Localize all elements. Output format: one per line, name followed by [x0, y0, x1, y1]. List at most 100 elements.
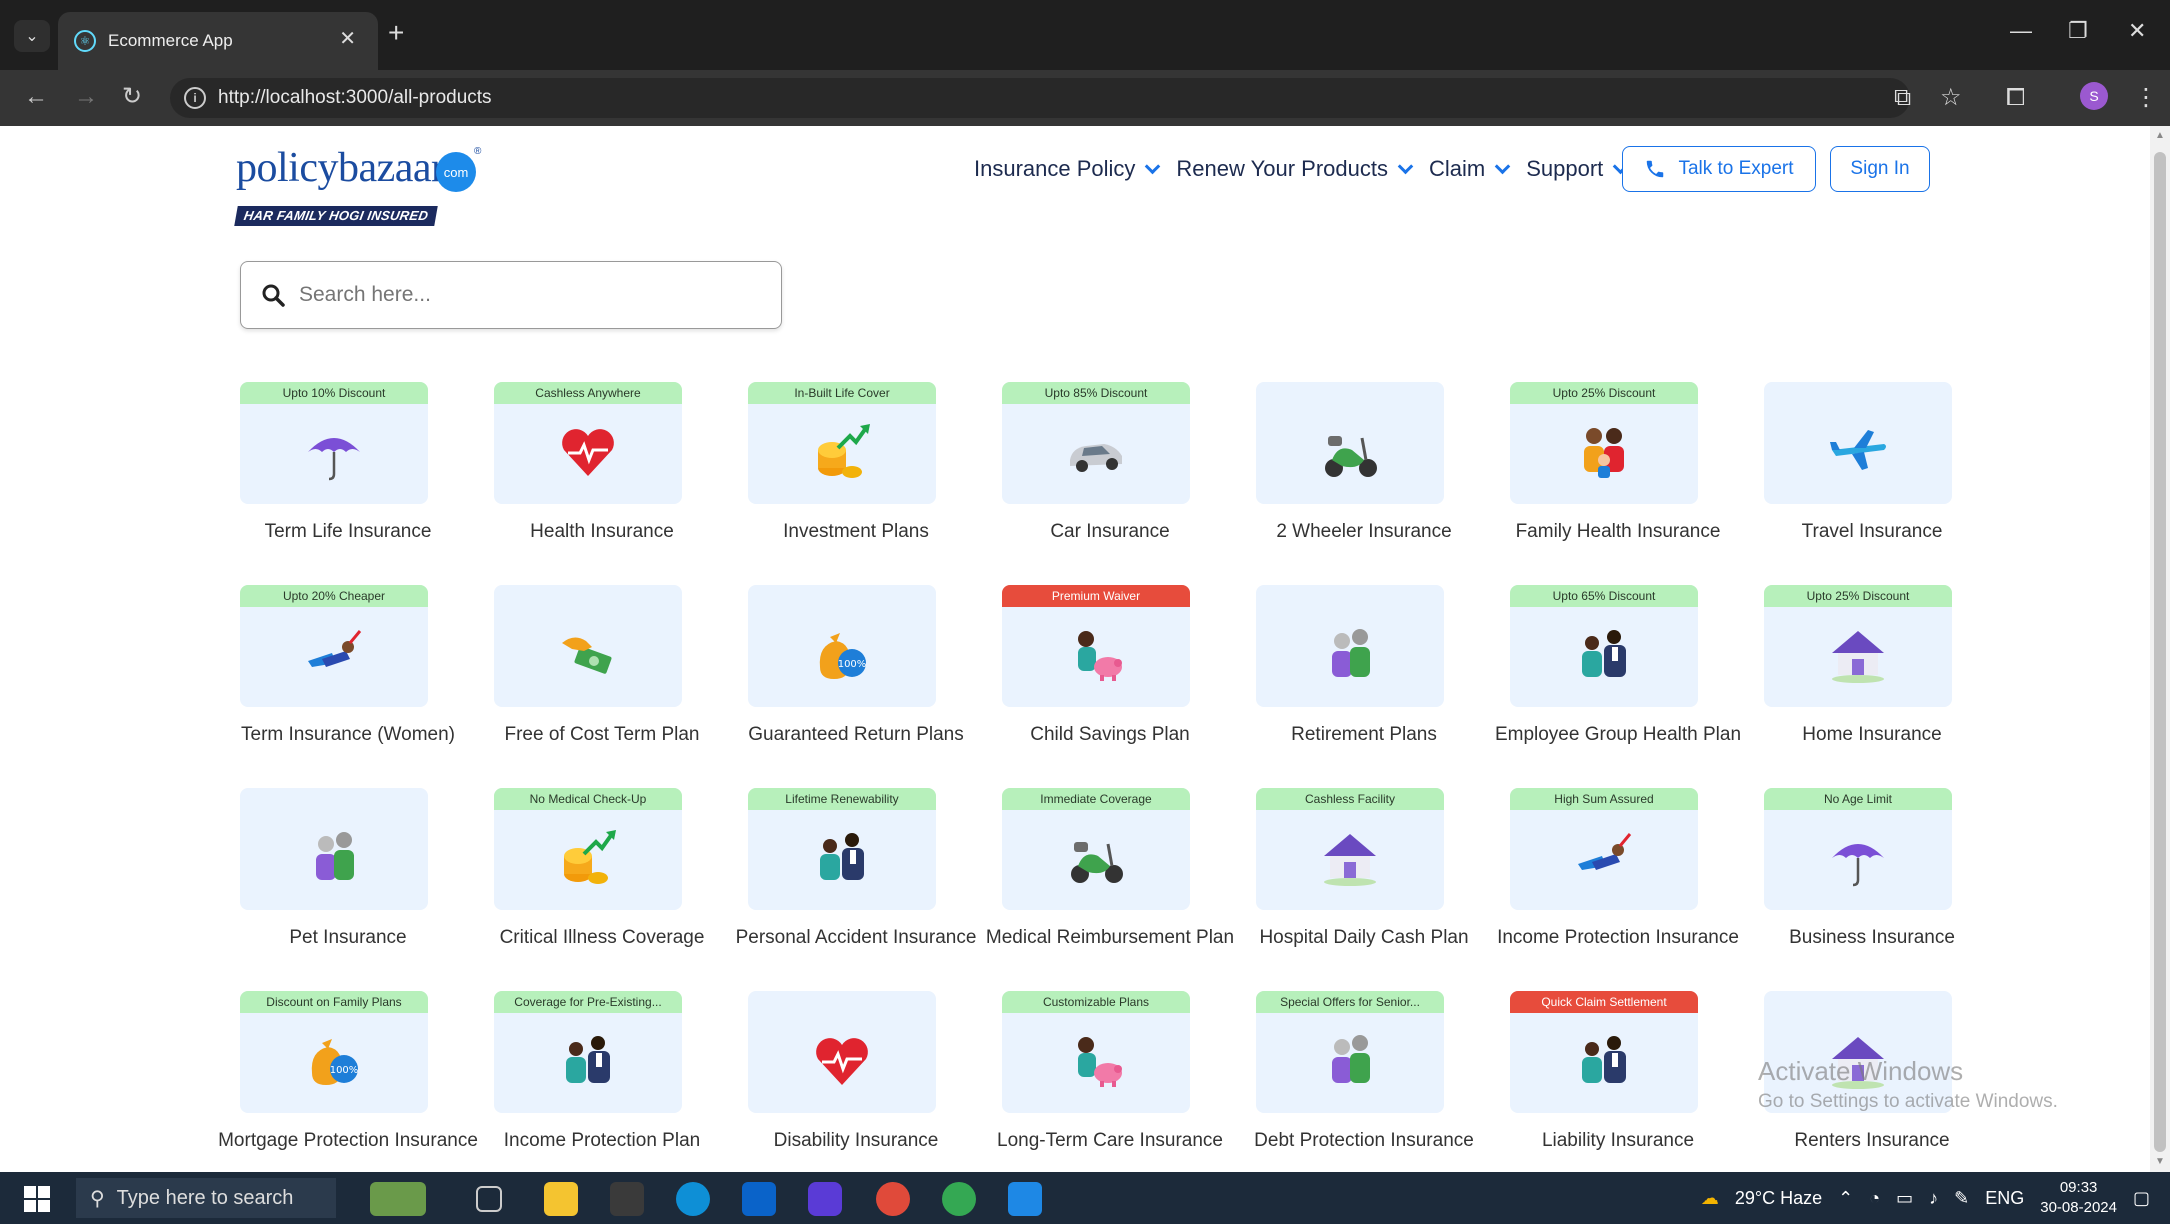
product-tile[interactable]: Customizable Plans [1002, 991, 1190, 1113]
task-view-icon[interactable] [476, 1186, 502, 1212]
product-tile[interactable]: High Sum Assured [1510, 788, 1698, 910]
product-label[interactable]: Debt Protection Insurance [1234, 1127, 1494, 1154]
product-label[interactable]: Disability Insurance [726, 1127, 986, 1154]
weather-text[interactable]: 29°C Haze [1735, 1188, 1822, 1209]
scroll-up-arrow-icon[interactable]: ▲ [2155, 130, 2165, 141]
product-label[interactable]: Hospital Daily Cash Plan [1234, 924, 1494, 951]
product-label[interactable]: Liability Insurance [1488, 1127, 1748, 1154]
product-tile[interactable]: Upto 25% Discount [1510, 382, 1698, 504]
nav-insurance-policy[interactable]: Insurance Policy [974, 156, 1162, 182]
network-icon[interactable]: ◔ [1869, 1188, 1880, 1209]
product-label[interactable]: Critical Illness Coverage [472, 924, 732, 951]
product-label[interactable]: Child Savings Plan [980, 721, 1240, 748]
product-tile[interactable]: Upto 85% Discount [1002, 382, 1190, 504]
address-bar[interactable]: i http://localhost:3000/all-products [170, 78, 1910, 118]
product-tile[interactable] [240, 788, 428, 910]
vscode-icon[interactable] [1008, 1182, 1042, 1216]
product-label[interactable]: Term Insurance (Women) [218, 721, 478, 748]
product-label[interactable]: Car Insurance [980, 518, 1240, 545]
product-tile[interactable]: Upto 20% Cheaper [240, 585, 428, 707]
product-tile[interactable]: Lifetime Renewability [748, 788, 936, 910]
store-icon[interactable] [610, 1182, 644, 1216]
close-tab-icon[interactable]: ✕ [339, 26, 356, 51]
product-tile[interactable] [1256, 585, 1444, 707]
site-info-icon[interactable]: i [184, 87, 206, 109]
product-label[interactable]: Home Insurance [1742, 721, 2002, 748]
product-label[interactable]: Income Protection Insurance [1488, 924, 1748, 951]
product-label[interactable]: Income Protection Plan [472, 1127, 732, 1154]
scroll-down-arrow-icon[interactable]: ▼ [2155, 1156, 2165, 1167]
product-tile[interactable] [1256, 382, 1444, 504]
tray-up-arrow-icon[interactable]: ⌃ [1838, 1188, 1853, 1209]
new-tab-button[interactable]: + [388, 18, 404, 48]
product-tile[interactable] [1764, 382, 1952, 504]
product-label[interactable]: Renters Insurance [1742, 1127, 2002, 1154]
windows-start-icon[interactable] [24, 1186, 50, 1212]
policybazaar-logo[interactable]: policybazaar com ® HAR FAMILY HOGI INSUR… [234, 144, 486, 226]
product-label[interactable]: Medical Reimbursement Plan [980, 924, 1240, 951]
reload-icon[interactable]: ↻ [122, 80, 142, 114]
product-label[interactable]: Free of Cost Term Plan [472, 721, 732, 748]
battery-icon[interactable]: ▭ [1896, 1188, 1913, 1209]
product-label[interactable]: Retirement Plans [1234, 721, 1494, 748]
product-label[interactable]: Family Health Insurance [1488, 518, 1748, 545]
product-tile[interactable]: Immediate Coverage [1002, 788, 1190, 910]
edge-icon[interactable] [676, 1182, 710, 1216]
chrome-profile-icon[interactable] [942, 1182, 976, 1216]
mail-icon[interactable] [742, 1182, 776, 1216]
nav-renew-products[interactable]: Renew Your Products [1176, 156, 1415, 182]
product-label[interactable]: Mortgage Protection Insurance [218, 1127, 478, 1154]
volume-icon[interactable]: ♪ [1929, 1188, 1938, 1209]
product-tile[interactable]: No Age Limit [1764, 788, 1952, 910]
extensions-icon[interactable]: ⧠ [2006, 82, 2025, 114]
product-label[interactable]: Investment Plans [726, 518, 986, 545]
product-tile[interactable]: Upto 25% Discount [1764, 585, 1952, 707]
talk-to-expert-button[interactable]: Talk to Expert [1622, 146, 1816, 192]
product-tile[interactable]: Cashless Facility [1256, 788, 1444, 910]
product-label[interactable]: Travel Insurance [1742, 518, 2002, 545]
product-tile[interactable]: Upto 10% Discount [240, 382, 428, 504]
product-label[interactable]: Pet Insurance [218, 924, 478, 951]
pen-icon[interactable]: ✎ [1954, 1188, 1969, 1209]
browser-tab[interactable]: ⚛ Ecommerce App ✕ [58, 12, 378, 70]
product-label[interactable]: Term Life Insurance [218, 518, 478, 545]
product-label[interactable]: Personal Accident Insurance [726, 924, 986, 951]
profile-avatar[interactable]: S [2080, 82, 2108, 110]
install-app-icon[interactable]: ⧉ [1894, 82, 1911, 114]
back-icon[interactable]: ← [24, 80, 48, 114]
taskbar-widget-icon[interactable] [370, 1182, 426, 1216]
search-input[interactable] [299, 283, 739, 307]
chrome-icon[interactable] [876, 1182, 910, 1216]
language-indicator[interactable]: ENG [1985, 1188, 2024, 1209]
forward-icon[interactable]: → [74, 80, 98, 114]
product-label[interactable]: Employee Group Health Plan [1488, 721, 1748, 748]
product-tile[interactable]: Upto 65% Discount [1510, 585, 1698, 707]
product-tile[interactable]: Special Offers for Senior... [1256, 991, 1444, 1113]
product-tile[interactable] [494, 585, 682, 707]
bookmark-star-icon[interactable]: ☆ [1940, 82, 1962, 114]
product-label[interactable]: Business Insurance [1742, 924, 2002, 951]
product-label[interactable]: Guaranteed Return Plans [726, 721, 986, 748]
product-label[interactable]: Health Insurance [472, 518, 732, 545]
product-tile[interactable]: In-Built Life Cover [748, 382, 936, 504]
taskbar-search[interactable]: ⚲ Type here to search [76, 1178, 336, 1218]
search-box[interactable] [240, 261, 782, 329]
product-tile[interactable]: 100% [748, 585, 936, 707]
scrollbar-thumb[interactable] [2154, 152, 2166, 1152]
app-icon[interactable] [808, 1182, 842, 1216]
product-tile[interactable]: Quick Claim Settlement [1510, 991, 1698, 1113]
product-tile[interactable]: Cashless Anywhere [494, 382, 682, 504]
product-label[interactable]: Long-Term Care Insurance [980, 1127, 1240, 1154]
product-tile[interactable]: Discount on Family Plans 100% [240, 991, 428, 1113]
sign-in-button[interactable]: Sign In [1830, 146, 1930, 192]
restore-icon[interactable]: ❐ [2068, 18, 2088, 44]
nav-claim[interactable]: Claim [1429, 156, 1512, 182]
file-explorer-icon[interactable] [544, 1182, 578, 1216]
page-scrollbar[interactable]: ▲ ▼ [2150, 126, 2170, 1172]
notifications-icon[interactable]: ▢ [2133, 1188, 2150, 1209]
clock[interactable]: 09:33 30-08-2024 [2040, 1178, 2117, 1218]
product-label[interactable]: 2 Wheeler Insurance [1234, 518, 1494, 545]
minimize-icon[interactable]: — [2010, 18, 2032, 44]
close-window-icon[interactable]: ✕ [2128, 18, 2146, 44]
product-tile[interactable]: Premium Waiver [1002, 585, 1190, 707]
